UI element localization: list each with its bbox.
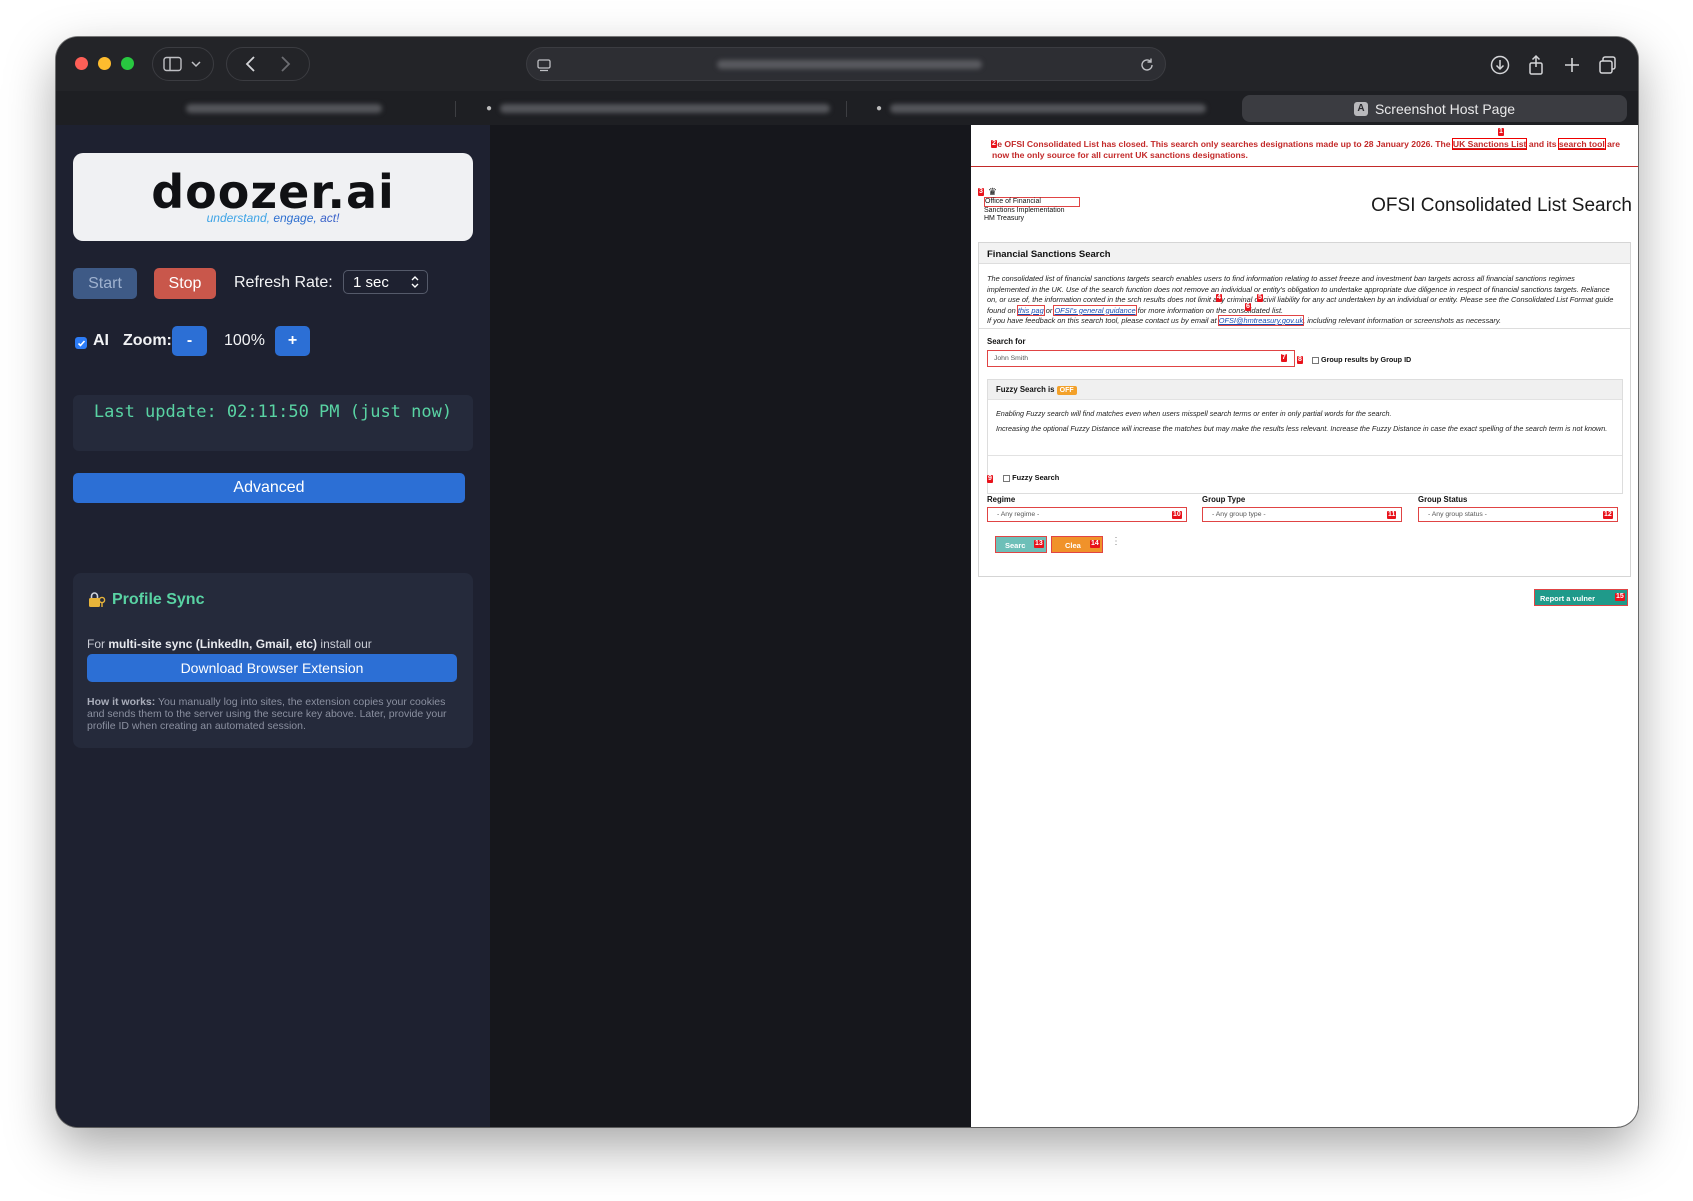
fuzzy-heading: Fuzzy Search is OFF <box>988 380 1622 400</box>
fuzzy-status-badge: OFF <box>1056 386 1077 395</box>
search-for-label: Search for <box>987 337 1026 346</box>
sidebar-toggle-button[interactable] <box>152 47 214 81</box>
hm-treasury-logo[interactable]: 3 ♛ Office of Financial Sanctions Implem… <box>978 187 1080 223</box>
advanced-button[interactable]: Advanced <box>73 473 465 503</box>
tab-favicon-icon: A <box>1353 101 1368 116</box>
report-vulnerability-button[interactable]: Report a vulner <box>1534 589 1628 606</box>
search-tool-link[interactable]: search tool <box>1557 138 1606 150</box>
refresh-rate-label: Refresh Rate: <box>234 274 333 291</box>
fuzzy-search-checkbox[interactable]: Fuzzy Search <box>1003 473 1059 482</box>
tab-title: Screenshot Host Page <box>1374 100 1516 117</box>
how-it-works-text: How it works: You manually log into site… <box>87 696 447 732</box>
financial-sanctions-panel: Financial Sanctions Search The consolida… <box>978 242 1631 577</box>
intro-text: The consolidated list of financial sanct… <box>987 274 1614 326</box>
select-arrows-icon <box>411 276 419 288</box>
regime-select[interactable]: - Any regime - <box>987 507 1187 522</box>
fuzzy-text-1: Enabling Fuzzy search will find matches … <box>996 409 1392 418</box>
fuzzy-text-2: Increasing the optional Fuzzy Distance w… <box>996 424 1608 433</box>
logo-card: doozer.ai understand, engage, act! <box>73 153 473 241</box>
start-button[interactable]: Start <box>73 268 137 299</box>
panel-heading: Financial Sanctions Search <box>979 243 1630 264</box>
ofsi-email-link[interactable]: OFSI@hmtreasury.gov.uk <box>1217 315 1305 326</box>
browser-toolbar <box>56 37 1638 91</box>
last-update-status: Last update: 02:11:50 PM (just now) <box>73 395 473 451</box>
back-icon[interactable] <box>241 55 261 73</box>
reload-icon[interactable] <box>1139 57 1155 73</box>
new-tab-icon[interactable] <box>1561 54 1583 76</box>
page-title: OFSI Consolidated List Search <box>1371 195 1632 216</box>
group-by-id-checkbox[interactable]: Group results by Group ID <box>1312 355 1411 364</box>
lock-key-icon <box>89 592 106 607</box>
ai-label: AI <box>93 332 109 349</box>
closure-banner: 2 1 he OFSI Consolidated List has closed… <box>971 125 1638 167</box>
profile-sync-description: For multi-site sync (LinkedIn, Gmail, et… <box>87 637 372 651</box>
zoom-value: 100% <box>224 332 265 349</box>
minimize-window-button[interactable] <box>98 57 111 70</box>
forward-icon[interactable] <box>275 55 295 73</box>
fuzzy-search-panel: Fuzzy Search is OFF Enabling Fuzzy searc… <box>987 379 1623 494</box>
logo-tagline: understand, engage, act! <box>206 211 340 225</box>
search-input[interactable]: John Smith <box>987 350 1295 367</box>
refresh-rate-select[interactable]: 1 sec <box>343 270 428 294</box>
share-icon[interactable] <box>1525 54 1547 76</box>
general-guidance-link[interactable]: OFSI's general guidance <box>1053 304 1137 316</box>
stop-button[interactable]: Stop <box>154 268 216 299</box>
tab-1[interactable] <box>160 95 410 122</box>
group-status-select[interactable]: - Any group status - <box>1418 507 1618 522</box>
loading-icon: ⋮ <box>1111 536 1121 547</box>
tab-3[interactable]: ● <box>876 95 1226 122</box>
download-extension-button[interactable]: Download Browser Extension <box>87 654 457 682</box>
crest-icon: ♛ <box>988 187 997 198</box>
address-bar[interactable] <box>526 47 1166 81</box>
regime-label: Regime <box>987 495 1016 504</box>
ai-checkbox[interactable] <box>75 337 87 349</box>
profile-sync-title: Profile Sync <box>87 591 204 609</box>
sidebar-icon <box>163 56 201 72</box>
group-status-label: Group Status <box>1418 495 1468 504</box>
uk-sanctions-list-link[interactable]: UK Sanctions List <box>1451 138 1528 150</box>
navigation-group <box>226 47 310 81</box>
zoom-in-button[interactable]: + <box>275 326 310 356</box>
page-menu-icon[interactable] <box>536 57 552 73</box>
group-type-label: Group Type <box>1202 495 1246 504</box>
address-url-redacted <box>717 60 982 69</box>
control-panel: doozer.ai understand, engage, act! Start… <box>56 125 490 1127</box>
group-type-select[interactable]: - Any group type - <box>1202 507 1402 522</box>
tab-2[interactable]: ● <box>486 95 866 122</box>
tab-overview-icon[interactable] <box>1597 54 1619 76</box>
tab-active[interactable]: A Screenshot Host Page <box>1242 95 1627 122</box>
browser-content: doozer.ai understand, engage, act! Start… <box>56 125 1638 1127</box>
zoom-window-button[interactable] <box>121 57 134 70</box>
format-guide-link[interactable]: this pag <box>1016 304 1045 316</box>
downloads-icon[interactable] <box>1489 54 1511 76</box>
zoom-label: Zoom: <box>123 332 172 349</box>
close-window-button[interactable] <box>75 57 88 70</box>
profile-sync-card: Profile Sync For multi-site sync (Linked… <box>73 573 473 748</box>
tab-favicon-icon: ● <box>876 103 883 114</box>
rendered-page: 2 1 he OFSI Consolidated List has closed… <box>971 125 1638 1127</box>
check-icon <box>77 339 85 347</box>
zoom-out-button[interactable]: - <box>172 326 207 356</box>
browser-window: ● ● A Screenshot Host Page doozer.ai und… <box>56 37 1638 1127</box>
tab-bar: ● ● A Screenshot Host Page <box>56 91 1638 125</box>
tab-favicon-icon: ● <box>486 103 493 114</box>
